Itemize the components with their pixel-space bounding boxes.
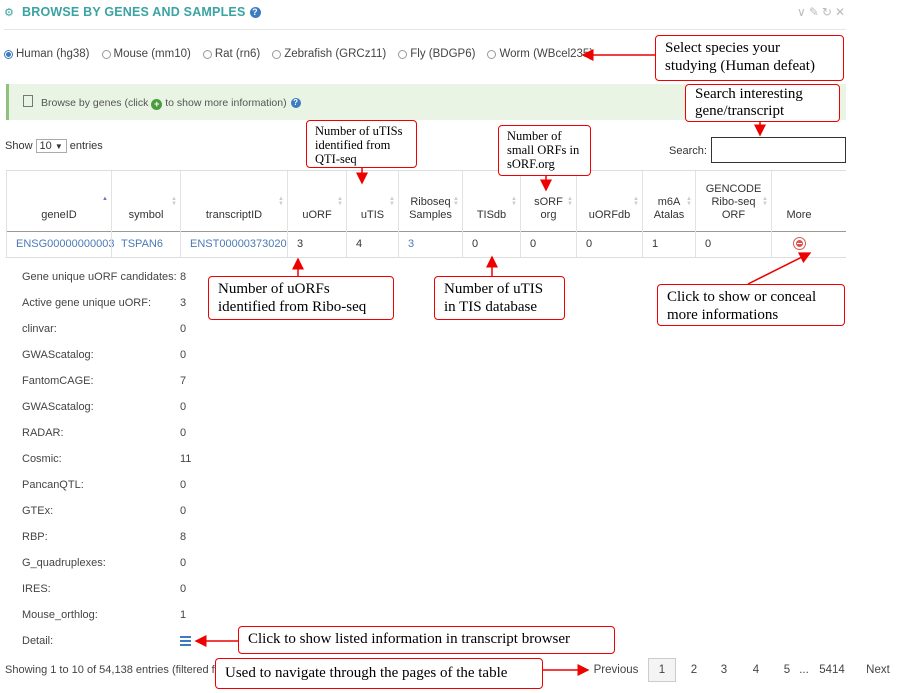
- annotation-tisdb: Number of uTIS in TIS database: [434, 276, 565, 320]
- annotation-utis: Number of uTISs identified from QTI-seq: [306, 120, 417, 168]
- arrow-more: [747, 252, 812, 285]
- annotation-sorf: Number of small ORFs in sORF.org: [498, 125, 591, 176]
- annotation-uorf: Number of uORFs identified from Ribo-seq: [208, 276, 394, 320]
- annotation-pages: Used to navigate through the pages of th…: [215, 658, 543, 689]
- annotation-detail: Click to show listed information in tran…: [238, 626, 615, 654]
- annotation-more: Click to show or conceal more informatio…: [657, 284, 845, 326]
- annotation-search: Search interesting gene/transcript: [685, 84, 840, 122]
- annotation-species: Select species your studying (Human defe…: [655, 35, 844, 81]
